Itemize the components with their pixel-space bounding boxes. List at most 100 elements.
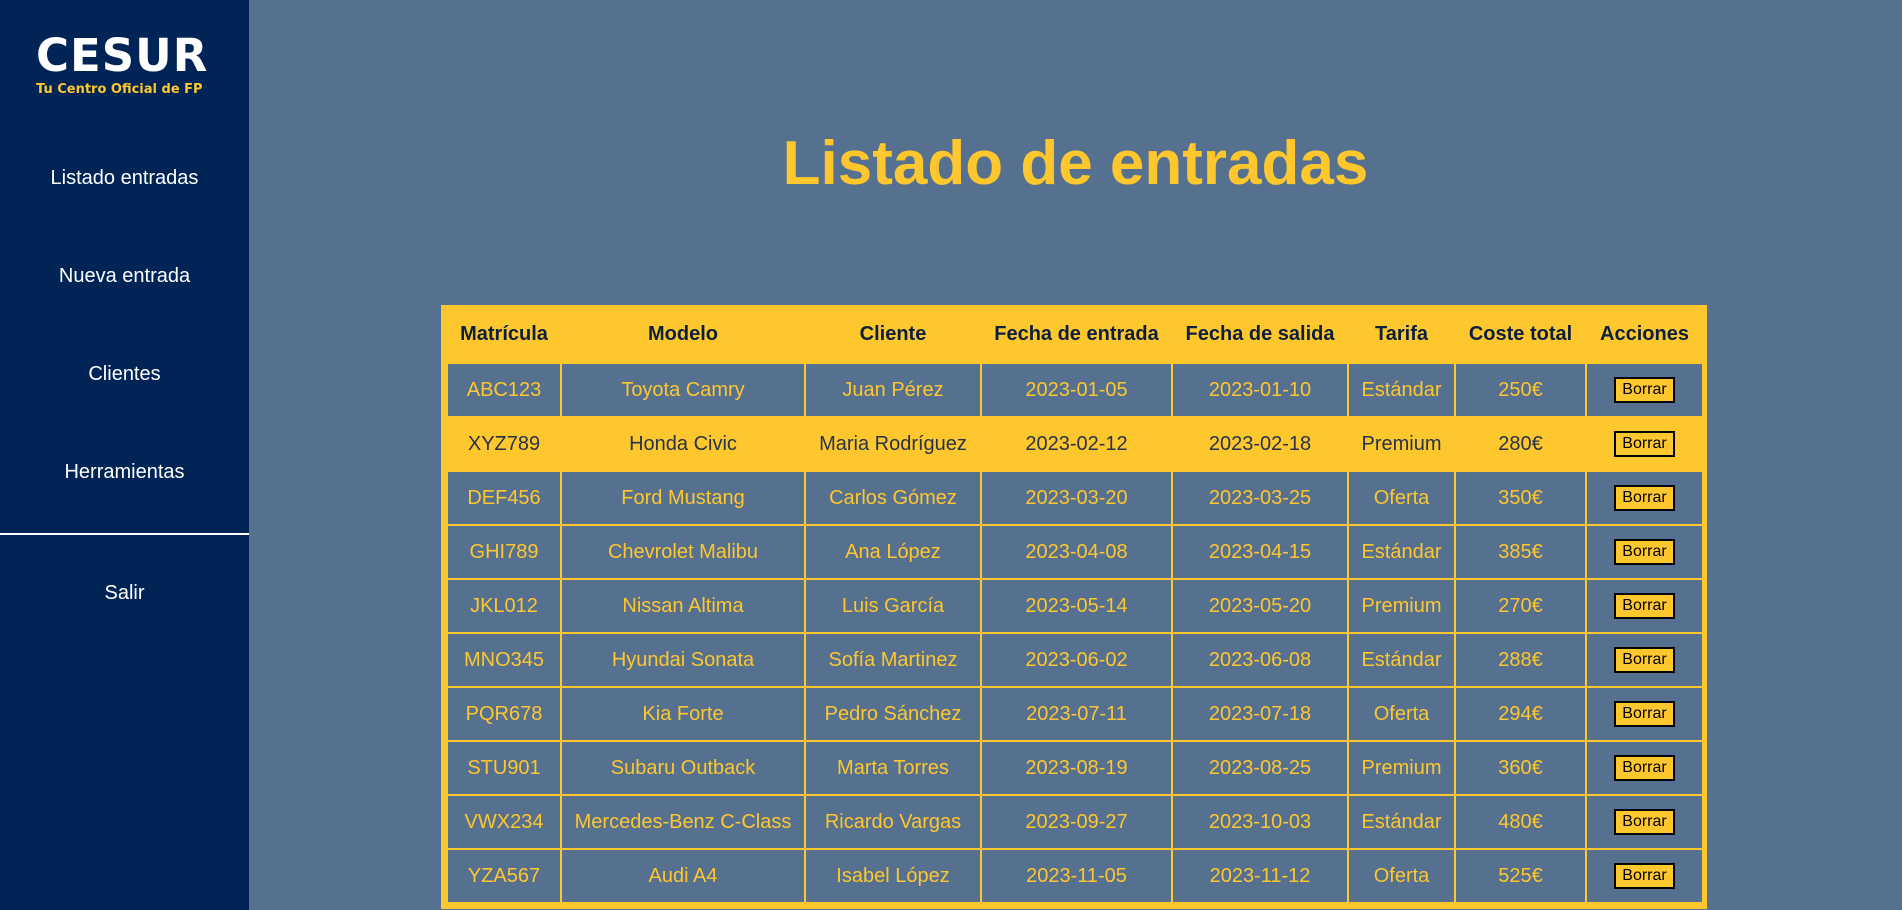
cell-coste-total: 280€	[1454, 416, 1587, 472]
cell-fecha-salida: 2023-06-08	[1171, 632, 1349, 688]
cell-cliente: Pedro Sánchez	[804, 686, 982, 742]
cell-fecha-entrada: 2023-02-12	[980, 416, 1173, 472]
table-row: DEF456 Ford Mustang Carlos Gómez 2023-03-20…	[446, 470, 1704, 526]
delete-entry-button[interactable]: Borrar	[1614, 485, 1675, 511]
cell-matricula: PQR678	[446, 686, 562, 742]
cell-modelo: Audi A4	[560, 848, 806, 904]
cell-modelo: Mercedes-Benz C-Class	[560, 794, 806, 850]
col-header-matricula: Matrícula	[446, 305, 562, 364]
table-header-row: Matrícula Modelo Cliente Fecha de entrada Fe…	[446, 305, 1704, 364]
delete-entry-button[interactable]: Borrar	[1614, 809, 1675, 835]
cell-tarifa: Estándar	[1347, 632, 1456, 688]
table-body: ABC123 Toyota Camry Juan Pérez 2023-01-05 20…	[446, 362, 1704, 904]
delete-entry-button[interactable]: Borrar	[1614, 377, 1675, 403]
cell-coste-total: 480€	[1454, 794, 1587, 850]
cell-fecha-salida: 2023-02-18	[1171, 416, 1349, 472]
cell-cliente: Maria Rodríguez	[804, 416, 982, 472]
cell-fecha-entrada: 2023-06-02	[980, 632, 1173, 688]
cell-acciones: Borrar	[1585, 362, 1704, 418]
cell-matricula: STU901	[446, 740, 562, 796]
cell-tarifa: Estándar	[1347, 524, 1456, 580]
delete-entry-button[interactable]: Borrar	[1614, 647, 1675, 673]
cell-tarifa: Estándar	[1347, 362, 1456, 418]
nav-item-nueva-entrada[interactable]: Nueva entrada	[0, 265, 249, 288]
logo-tagline: Tu Centro Oficial de FP	[36, 82, 203, 97]
cell-matricula: GHI789	[446, 524, 562, 580]
cell-modelo: Hyundai Sonata	[560, 632, 806, 688]
page-title: Listado de entradas	[782, 129, 1369, 198]
cell-fecha-salida: 2023-05-20	[1171, 578, 1349, 634]
cell-acciones: Borrar	[1585, 524, 1704, 580]
cell-acciones: Borrar	[1585, 416, 1704, 472]
cell-tarifa: Premium	[1347, 416, 1456, 472]
cell-cliente: Isabel López	[804, 848, 982, 904]
cell-fecha-entrada: 2023-08-19	[980, 740, 1173, 796]
cell-modelo: Chevrolet Malibu	[560, 524, 806, 580]
cell-fecha-entrada: 2023-07-11	[980, 686, 1173, 742]
cell-fecha-salida: 2023-04-15	[1171, 524, 1349, 580]
cell-tarifa: Oferta	[1347, 848, 1456, 904]
cell-cliente: Carlos Gómez	[804, 470, 982, 526]
delete-entry-button[interactable]: Borrar	[1614, 755, 1675, 781]
cell-modelo: Subaru Outback	[560, 740, 806, 796]
cell-tarifa: Oferta	[1347, 470, 1456, 526]
table-row: VWX234 Mercedes-Benz C-Class Ricardo Varga…	[446, 794, 1704, 850]
delete-entry-button[interactable]: Borrar	[1614, 593, 1675, 619]
cell-modelo: Nissan Altima	[560, 578, 806, 634]
nav-item-herramientas[interactable]: Herramientas	[0, 461, 249, 484]
nav-item-salir[interactable]: Salir	[0, 582, 249, 605]
delete-entry-button[interactable]: Borrar	[1614, 431, 1675, 457]
cell-acciones: Borrar	[1585, 578, 1704, 634]
cell-tarifa: Premium	[1347, 740, 1456, 796]
delete-entry-button[interactable]: Borrar	[1614, 701, 1675, 727]
nav-item-listado-entradas[interactable]: Listado entradas	[0, 167, 249, 190]
cell-matricula: VWX234	[446, 794, 562, 850]
cell-fecha-salida: 2023-07-18	[1171, 686, 1349, 742]
col-header-modelo: Modelo	[560, 305, 806, 364]
cell-fecha-salida: 2023-01-10	[1171, 362, 1349, 418]
cell-coste-total: 270€	[1454, 578, 1587, 634]
col-header-fecha-entrada: Fecha de entrada	[980, 305, 1173, 364]
table-row: JKL012 Nissan Altima Luis García 2023-05-14…	[446, 578, 1704, 634]
cell-tarifa: Estándar	[1347, 794, 1456, 850]
table-row: GHI789 Chevrolet Malibu Ana López 2023-04-0…	[446, 524, 1704, 580]
cell-matricula: JKL012	[446, 578, 562, 634]
delete-entry-button[interactable]: Borrar	[1614, 863, 1675, 889]
cell-modelo: Honda Civic	[560, 416, 806, 472]
cell-cliente: Ricardo Vargas	[804, 794, 982, 850]
cell-tarifa: Premium	[1347, 578, 1456, 634]
cell-acciones: Borrar	[1585, 740, 1704, 796]
cell-cliente: Luis García	[804, 578, 982, 634]
nav-item-clientes[interactable]: Clientes	[0, 363, 249, 386]
col-header-coste-total: Coste total	[1454, 305, 1587, 364]
table-row: YZA567 Audi A4 Isabel López 2023-11-05 2023-…	[446, 848, 1704, 904]
cell-coste-total: 250€	[1454, 362, 1587, 418]
cell-matricula: ABC123	[446, 362, 562, 418]
delete-entry-button[interactable]: Borrar	[1614, 539, 1675, 565]
cell-coste-total: 385€	[1454, 524, 1587, 580]
col-header-acciones: Acciones	[1585, 305, 1704, 364]
cell-fecha-salida: 2023-11-12	[1171, 848, 1349, 904]
cell-coste-total: 294€	[1454, 686, 1587, 742]
cell-fecha-salida: 2023-03-25	[1171, 470, 1349, 526]
cell-fecha-entrada: 2023-11-05	[980, 848, 1173, 904]
cell-fecha-entrada: 2023-05-14	[980, 578, 1173, 634]
cell-fecha-entrada: 2023-01-05	[980, 362, 1173, 418]
cell-matricula: MNO345	[446, 632, 562, 688]
cell-acciones: Borrar	[1585, 794, 1704, 850]
cesur-logo[interactable]: CESUR Tu Centro Oficial de FP	[36, 30, 214, 98]
cell-modelo: Ford Mustang	[560, 470, 806, 526]
col-header-fecha-salida: Fecha de salida	[1171, 305, 1349, 364]
cell-cliente: Sofía Martinez	[804, 632, 982, 688]
cell-cliente: Juan Pérez	[804, 362, 982, 418]
cell-coste-total: 360€	[1454, 740, 1587, 796]
cell-matricula: DEF456	[446, 470, 562, 526]
col-header-cliente: Cliente	[804, 305, 982, 364]
cell-acciones: Borrar	[1585, 632, 1704, 688]
cell-fecha-entrada: 2023-04-08	[980, 524, 1173, 580]
cell-tarifa: Oferta	[1347, 686, 1456, 742]
cell-fecha-entrada: 2023-03-20	[980, 470, 1173, 526]
col-header-tarifa: Tarifa	[1347, 305, 1456, 364]
sidebar: CESUR Tu Centro Oficial de FP Listado en…	[0, 0, 249, 910]
table-row: PQR678 Kia Forte Pedro Sánchez 2023-07-11 20…	[446, 686, 1704, 742]
